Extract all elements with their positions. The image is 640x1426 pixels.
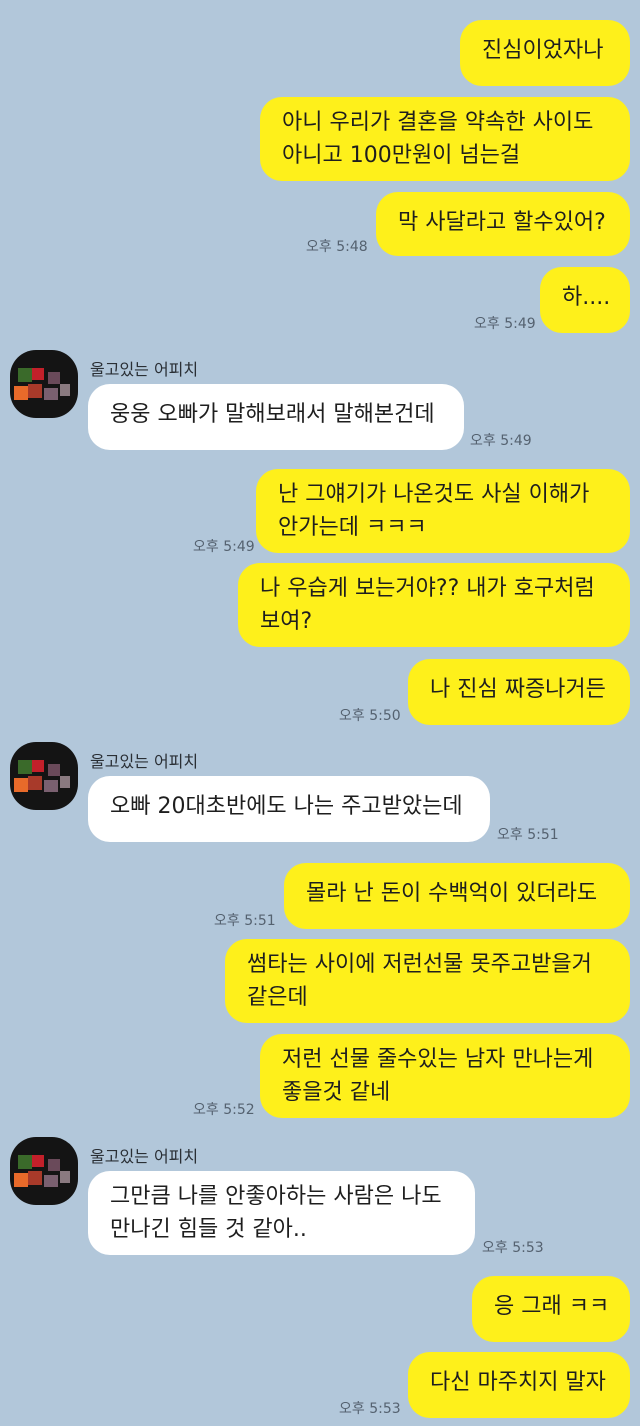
message-timestamp: 오후 5:49: [193, 539, 255, 555]
message-text: 저런 선물 줄수있는 남자 만나는게: [282, 1047, 594, 1072]
message-text: 아니 우리가 결혼을 약속한 사이도: [282, 110, 594, 135]
their-message-bubble[interactable]: 오빠 20대초반에도 나는 주고받았는데: [88, 776, 490, 842]
message-text: 썸타는 사이에 저런선물 못주고받을거: [247, 952, 592, 977]
contact-name: 울고있는 어피치: [90, 360, 199, 379]
message-text: 나 진심 짜증나거든: [430, 677, 606, 702]
pixelated-avatar-icon: [10, 350, 78, 418]
my-message-bubble[interactable]: 나 우습게 보는거야?? 내가 호구처럼 보여?: [238, 563, 630, 647]
contact-name: 울고있는 어피치: [90, 752, 199, 771]
their-message-bubble[interactable]: 그만큼 나를 안좋아하는 사람은 나도 만나긴 힘들 것 같아..: [88, 1171, 475, 1255]
message-timestamp: 오후 5:53: [339, 1401, 401, 1417]
message-text: 만나긴 힘들 것 같아..: [110, 1217, 307, 1242]
message-text: 하....: [562, 285, 611, 310]
message-text: 보여?: [260, 609, 313, 634]
message-timestamp: 오후 5:52: [193, 1102, 255, 1118]
contact-avatar[interactable]: [10, 350, 78, 418]
pixelated-avatar-icon: [10, 1137, 78, 1205]
my-message-bubble[interactable]: 하....: [540, 267, 630, 333]
message-text: 나 우습게 보는거야?? 내가 호구처럼: [260, 576, 595, 601]
my-message-bubble[interactable]: 몰라 난 돈이 수백억이 있더라도: [284, 863, 630, 929]
message-text: 몰라 난 돈이 수백억이 있더라도: [306, 881, 598, 906]
my-message-bubble[interactable]: 다신 마주치지 말자: [408, 1352, 630, 1418]
message-text: 난 그얘기가 나온것도 사실 이해가: [278, 482, 590, 507]
my-message-bubble[interactable]: 나 진심 짜증나거든: [408, 659, 630, 725]
my-message-bubble[interactable]: 썸타는 사이에 저런선물 못주고받을거 같은데: [225, 939, 630, 1023]
message-text: 좋을것 같네: [282, 1080, 391, 1105]
message-text: 오빠 20대초반에도 나는 주고받았는데: [110, 794, 463, 819]
pixelated-avatar-icon: [10, 742, 78, 810]
message-text: 그만큼 나를 안좋아하는 사람은 나도: [110, 1184, 442, 1209]
message-text: 안가는데 ㅋㅋㅋ: [278, 515, 427, 540]
message-timestamp: 오후 5:48: [306, 239, 368, 255]
my-message-bubble[interactable]: 아니 우리가 결혼을 약속한 사이도 아니고 100만원이 넘는걸: [260, 97, 630, 181]
message-text: 응 그래 ㅋㅋ: [494, 1294, 610, 1319]
my-message-bubble[interactable]: 막 사달라고 할수있어?: [376, 192, 630, 256]
my-message-bubble[interactable]: 진심이었자나: [460, 20, 630, 86]
message-timestamp: 오후 5:50: [339, 708, 401, 724]
contact-avatar[interactable]: [10, 1137, 78, 1205]
contact-name: 울고있는 어피치: [90, 1147, 199, 1166]
my-message-bubble[interactable]: 응 그래 ㅋㅋ: [472, 1276, 630, 1342]
message-timestamp: 오후 5:51: [497, 827, 559, 843]
message-text: 다신 마주치지 말자: [430, 1370, 606, 1395]
message-text: 웅웅 오빠가 말해보래서 말해본건데: [110, 402, 435, 427]
message-text: 막 사달라고 할수있어?: [398, 210, 606, 235]
their-message-bubble[interactable]: 웅웅 오빠가 말해보래서 말해본건데: [88, 384, 464, 450]
message-text: 아니고 100만원이 넘는걸: [282, 143, 521, 168]
message-timestamp: 오후 5:49: [470, 433, 532, 449]
my-message-bubble[interactable]: 난 그얘기가 나온것도 사실 이해가 안가는데 ㅋㅋㅋ: [256, 469, 630, 553]
message-text: 진심이었자나: [482, 38, 604, 63]
my-message-bubble[interactable]: 저런 선물 줄수있는 남자 만나는게 좋을것 같네: [260, 1034, 630, 1118]
contact-avatar[interactable]: [10, 742, 78, 810]
message-timestamp: 오후 5:51: [214, 913, 276, 929]
message-text: 같은데: [247, 985, 308, 1010]
message-timestamp: 오후 5:49: [474, 316, 536, 332]
message-timestamp: 오후 5:53: [482, 1240, 544, 1256]
